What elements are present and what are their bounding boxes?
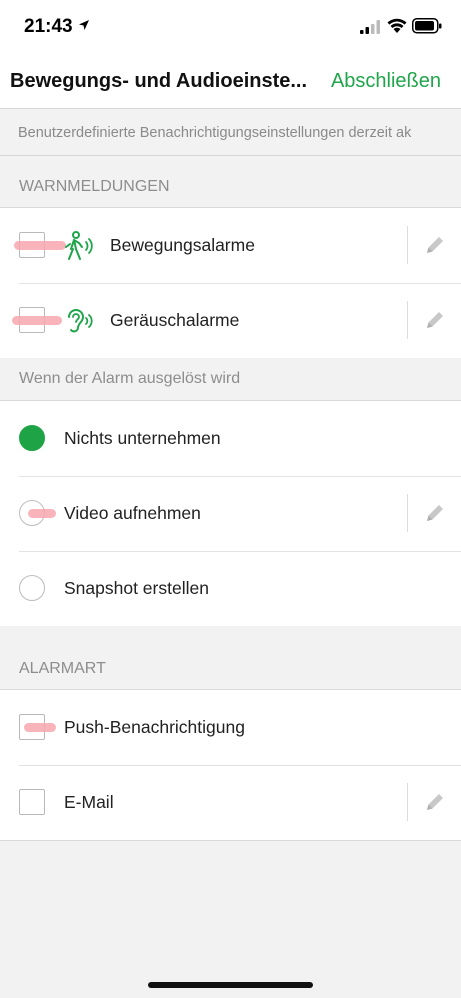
edit-pencil-icon[interactable] bbox=[424, 791, 446, 813]
list-item-do-nothing[interactable]: Nichts unternehmen bbox=[0, 401, 461, 476]
radio-do-nothing[interactable] bbox=[19, 425, 45, 451]
row-divider bbox=[407, 494, 408, 532]
item-label: Video aufnehmen bbox=[64, 503, 201, 523]
edit-pencil-icon[interactable] bbox=[424, 309, 446, 331]
alerts-group: Bewegungsalarme Geräuschalarme bbox=[0, 207, 461, 359]
section-title: WARNMELDUNGEN bbox=[19, 178, 170, 195]
status-bar: 21:43 bbox=[0, 0, 461, 56]
ear-sound-icon bbox=[68, 309, 93, 333]
row-divider bbox=[407, 783, 408, 821]
redaction-mark bbox=[28, 509, 56, 518]
motion-person-icon bbox=[65, 231, 93, 260]
section-header-alarm-type: ALARMART bbox=[0, 626, 461, 689]
section-title: Wenn der Alarm ausgelöst wird bbox=[19, 370, 241, 387]
redaction-mark bbox=[24, 723, 56, 732]
status-time: 21:43 bbox=[24, 16, 73, 37]
item-label: Push-Benachrichtigung bbox=[64, 717, 245, 737]
home-indicator[interactable] bbox=[148, 982, 313, 988]
list-item-motion-alarms[interactable]: Bewegungsalarme bbox=[0, 208, 461, 283]
radio-snapshot[interactable] bbox=[19, 575, 45, 601]
list-item-sound-alarms[interactable]: Geräuschalarme bbox=[0, 283, 461, 358]
battery-icon bbox=[412, 18, 442, 34]
row-divider bbox=[407, 301, 408, 339]
wifi-icon bbox=[387, 18, 407, 33]
list-item-email[interactable]: E-Mail bbox=[0, 765, 461, 840]
info-text: Benutzerdefinierte Benachrichtigungseins… bbox=[18, 125, 412, 141]
section-header-trigger: Wenn der Alarm ausgelöst wird bbox=[0, 358, 461, 400]
item-label: Nichts unternehmen bbox=[64, 428, 221, 448]
trigger-group: Nichts unternehmen Video aufnehmen Snaps… bbox=[0, 400, 461, 627]
list-item-snapshot[interactable]: Snapshot erstellen bbox=[0, 551, 461, 626]
edit-pencil-icon[interactable] bbox=[424, 502, 446, 524]
item-label: Bewegungsalarme bbox=[110, 235, 255, 255]
list-item-record-video[interactable]: Video aufnehmen bbox=[0, 476, 461, 551]
done-button[interactable]: Abschließen bbox=[331, 70, 441, 93]
location-arrow-icon bbox=[79, 20, 89, 30]
section-title: ALARMART bbox=[19, 660, 106, 677]
item-label: Geräuschalarme bbox=[110, 310, 240, 330]
section-header-alerts: WARNMELDUNGEN bbox=[0, 157, 461, 207]
cellular-signal-icon bbox=[360, 20, 380, 34]
redaction-mark bbox=[12, 316, 62, 325]
navigation-bar: Bewegungs- und Audioeinste... Abschließe… bbox=[0, 56, 461, 109]
page-title: Bewegungs- und Audioeinste... bbox=[10, 70, 308, 92]
item-label: Snapshot erstellen bbox=[64, 578, 209, 598]
redaction-mark bbox=[14, 241, 66, 250]
row-divider bbox=[407, 226, 408, 264]
edit-pencil-icon[interactable] bbox=[424, 234, 446, 256]
info-banner: Benutzerdefinierte Benachrichtigungseins… bbox=[0, 110, 461, 156]
list-item-push-notification[interactable]: Push-Benachrichtigung bbox=[0, 690, 461, 765]
alarm-type-group: Push-Benachrichtigung E-Mail bbox=[0, 689, 461, 841]
checkbox-email[interactable] bbox=[19, 789, 45, 815]
item-label: E-Mail bbox=[64, 792, 114, 812]
